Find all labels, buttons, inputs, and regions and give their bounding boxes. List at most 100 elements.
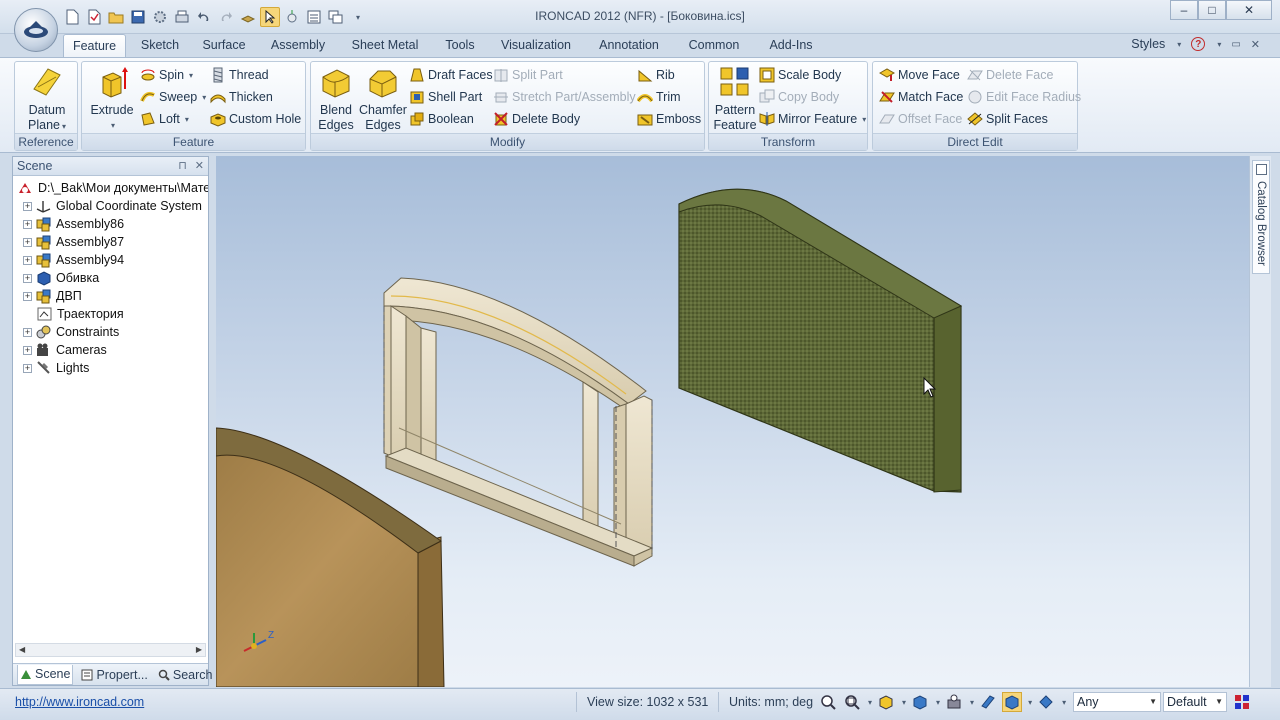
3d-viewport[interactable]: Z <box>216 156 1249 687</box>
thread-button[interactable]: Thread <box>210 65 269 85</box>
sweep-dropdown-icon[interactable]: ▾ <box>202 93 206 102</box>
material-icon[interactable] <box>1232 692 1252 712</box>
expand-icon[interactable]: + <box>23 201 32 211</box>
scroll-left-icon[interactable]: ◀ <box>19 645 25 654</box>
tab-sheet-metal[interactable]: Sheet Metal <box>348 34 422 58</box>
restore-ribbon-icon[interactable]: ▭ <box>1231 39 1240 50</box>
delete-body-button[interactable]: Delete Body <box>493 109 580 129</box>
move-face-button[interactable]: Move Face <box>879 65 960 85</box>
copy-body-button[interactable]: Copy Body <box>759 87 839 107</box>
offset-face-button[interactable]: Offset Face <box>879 109 962 129</box>
close-button[interactable]: ✕ <box>1226 0 1272 20</box>
pattern-feature-button[interactable]: Pattern Feature <box>711 65 759 133</box>
upholstery-panel-model[interactable] <box>678 188 963 493</box>
expand-icon[interactable]: + <box>23 273 32 283</box>
assembly-filter-icon[interactable] <box>1036 692 1056 712</box>
tree-item-constraints[interactable]: + Constraints <box>13 323 208 341</box>
chevron-down-icon[interactable]: ▼ <box>1149 693 1157 711</box>
scene-close-icon[interactable]: ✕ <box>195 159 204 172</box>
match-face-button[interactable]: Match Face <box>879 87 963 107</box>
shell-part-button[interactable]: Shell Part <box>409 87 482 107</box>
website-link[interactable]: http://www.ironcad.com <box>15 695 144 709</box>
tree-item-trajectory[interactable]: Траектория <box>13 305 208 323</box>
custom-hole-button[interactable]: Custom Hole <box>210 109 301 129</box>
properties-tab[interactable]: Propert... <box>79 665 149 685</box>
style-select[interactable]: Default ▼ <box>1163 692 1227 712</box>
trim-button[interactable]: Trim <box>637 87 681 107</box>
render-mode-icon[interactable] <box>910 692 930 712</box>
render-dropdown-icon[interactable]: ▾ <box>936 698 940 707</box>
application-menu-button[interactable] <box>14 8 58 52</box>
help-dropdown-icon[interactable]: ▾ <box>1217 40 1221 49</box>
zoom-window-icon[interactable] <box>842 692 862 712</box>
split-faces-button[interactable]: Split Faces <box>967 109 1048 129</box>
tree-item-assembly87[interactable]: + Assembly87 <box>13 233 208 251</box>
spin-dropdown-icon[interactable]: ▾ <box>189 71 193 80</box>
tab-surface[interactable]: Surface <box>198 34 250 58</box>
help-icon[interactable]: ? <box>1191 37 1206 51</box>
spin-button[interactable]: Spin ▾ <box>140 65 193 85</box>
tree-item-assembly94[interactable]: + Assembly94 <box>13 251 208 269</box>
boolean-button[interactable]: Boolean <box>409 109 474 129</box>
mirror-feature-button[interactable]: Mirror Feature ▾ <box>759 109 866 129</box>
tab-visualization[interactable]: Visualization <box>498 34 574 58</box>
expand-icon[interactable]: + <box>23 237 32 247</box>
selection-filter-icon[interactable] <box>1002 692 1023 712</box>
maximize-button[interactable]: □ <box>1198 0 1226 20</box>
expand-icon[interactable]: + <box>23 219 32 229</box>
pin-icon[interactable]: ⊓ <box>178 159 187 172</box>
tree-item-obivka[interactable]: + Обивка <box>13 269 208 287</box>
orientation-dropdown-icon[interactable]: ▾ <box>902 698 906 707</box>
tree-item-assembly86[interactable]: + Assembly86 <box>13 215 208 233</box>
delete-face-button[interactable]: Delete Face <box>967 65 1053 85</box>
tab-tools[interactable]: Tools <box>440 34 480 58</box>
stretch-part-button[interactable]: Stretch Part/Assembly <box>493 87 636 107</box>
zoom-icon[interactable] <box>818 692 838 712</box>
view-orientation-icon[interactable] <box>876 692 896 712</box>
expand-icon[interactable]: + <box>23 327 32 337</box>
ribbon-close-icon[interactable]: ✕ <box>1251 38 1260 51</box>
lighting-dropdown-icon[interactable]: ▾ <box>970 698 974 707</box>
expand-icon[interactable]: + <box>23 255 32 265</box>
scale-body-button[interactable]: Scale Body <box>759 65 841 85</box>
search-tab[interactable]: Search <box>156 665 215 685</box>
emboss-button[interactable]: Emboss <box>637 109 701 129</box>
assembly-filter-dropdown-icon[interactable]: ▾ <box>1062 698 1066 707</box>
tab-annotation[interactable]: Annotation <box>594 34 664 58</box>
expand-icon[interactable]: + <box>23 291 32 301</box>
edit-face-radius-button[interactable]: Edit Face Radius <box>967 87 1081 107</box>
lighting-icon[interactable] <box>944 692 964 712</box>
styles-dropdown-icon[interactable]: ▾ <box>1177 40 1181 49</box>
datum-plane-dropdown-icon[interactable]: ▾ <box>62 122 66 131</box>
extrude-button[interactable]: Extrude ▾ <box>88 65 136 133</box>
tree-item-lights[interactable]: + Lights <box>13 359 208 377</box>
expand-icon[interactable]: + <box>23 363 32 373</box>
frame-assembly-model[interactable] <box>383 277 654 567</box>
split-part-button[interactable]: Split Part <box>493 65 563 85</box>
tab-common[interactable]: Common <box>683 34 745 58</box>
extrude-dropdown-icon[interactable]: ▾ <box>90 118 136 133</box>
scene-tab[interactable]: Scene <box>17 664 74 685</box>
chevron-down-icon[interactable]: ▼ <box>1215 693 1223 711</box>
catalog-browser-tab[interactable]: Catalog Browser <box>1252 160 1270 274</box>
tab-feature[interactable]: Feature <box>63 34 126 58</box>
tree-item-cameras[interactable]: + Cameras <box>13 341 208 359</box>
draft-faces-button[interactable]: Draft Faces <box>409 65 493 85</box>
expand-icon[interactable]: + <box>23 345 32 355</box>
loft-button[interactable]: Loft ▾ <box>140 109 189 129</box>
tab-add-ins[interactable]: Add-Ins <box>764 34 818 58</box>
filter-select[interactable]: Any ▼ <box>1073 692 1161 712</box>
tree-item-dvp[interactable]: + ДВП <box>13 287 208 305</box>
datum-plane-button[interactable]: Datum Plane ▾ <box>17 65 77 134</box>
tree-item-root[interactable]: D:\_Bak\Мои документы\Мате <box>13 179 208 197</box>
scene-horizontal-scrollbar[interactable]: ◀ ▶ <box>15 643 206 657</box>
loft-dropdown-icon[interactable]: ▾ <box>185 115 189 124</box>
scroll-right-icon[interactable]: ▶ <box>196 645 202 654</box>
tree-item-global-coordinate-system[interactable]: + Global Coordinate System <box>13 197 208 215</box>
chamfer-edges-button[interactable]: Chamfer Edges <box>357 65 409 133</box>
tab-sketch[interactable]: Sketch <box>134 34 186 58</box>
section-icon[interactable] <box>978 692 998 712</box>
sweep-button[interactable]: Sweep ▾ <box>140 87 206 107</box>
styles-menu[interactable]: Styles <box>1131 37 1165 51</box>
rib-button[interactable]: Rib <box>637 65 675 85</box>
